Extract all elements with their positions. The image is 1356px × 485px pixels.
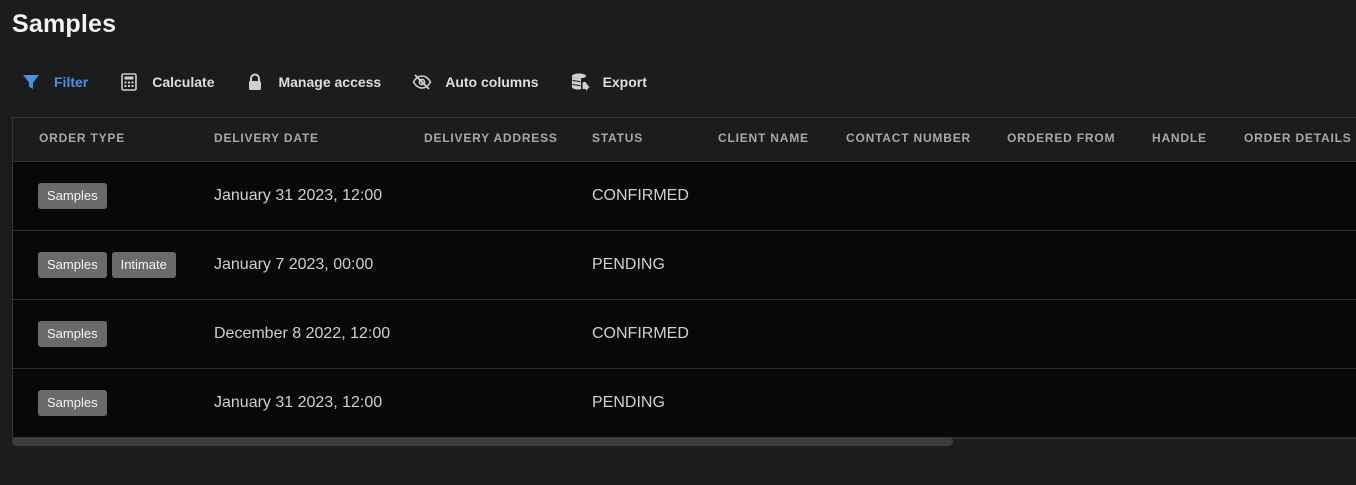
status-cell: CONFIRMED [592,187,689,204]
column-header-order-details[interactable]: ORDER DETAILS [1244,118,1352,161]
order-type-tag: Samples [38,321,107,347]
delivery-date-cell: January 31 2023, 12:00 [214,187,383,204]
page-title: Samples [12,10,117,38]
database-export-icon [569,71,591,93]
delivery-date-cell: December 8 2022, 12:00 [214,325,391,342]
table-row[interactable]: Samples January 31 2023, 12:00 CONFIRMED [13,162,1356,231]
table-row[interactable]: Samples Intimate January 7 2023, 00:00 P… [13,231,1356,300]
orders-table: ORDER TYPE DELIVERY DATE DELIVERY ADDRES… [12,117,1356,439]
manage-access-label: Manage access [278,74,382,90]
calculate-label: Calculate [152,74,215,90]
column-header-ordered-from[interactable]: ORDERED FROM [1007,118,1115,161]
status-cell: PENDING [592,394,665,411]
column-header-client-name[interactable]: CLIENT NAME [718,118,809,161]
delivery-date-cell: January 7 2023, 00:00 [214,256,374,273]
delivery-date-cell: January 31 2023, 12:00 [214,394,383,411]
column-header-order-type[interactable]: ORDER TYPE [39,118,125,161]
filter-button[interactable]: Filter [20,68,88,96]
table-header: ORDER TYPE DELIVERY DATE DELIVERY ADDRES… [13,118,1356,162]
calculator-icon [118,71,140,93]
order-type-tag: Intimate [111,252,176,278]
column-header-delivery-address[interactable]: DELIVERY ADDRESS [424,118,558,161]
table-row[interactable]: Samples December 8 2022, 12:00 CONFIRMED [13,300,1356,369]
status-cell: CONFIRMED [592,325,689,342]
order-type-cell: Samples Intimate [38,231,181,299]
manage-access-button[interactable]: Manage access [244,68,381,96]
calculate-button[interactable]: Calculate [118,68,214,96]
export-label: Export [602,74,647,90]
filter-icon [20,71,42,93]
export-button[interactable]: Export [569,68,647,96]
order-type-tag: Samples [38,183,107,209]
order-type-cell: Samples [38,300,112,368]
horizontal-scrollbar[interactable] [12,437,953,446]
table-row[interactable]: Samples January 31 2023, 12:00 PENDING [13,369,1356,438]
order-type-tag: Samples [38,252,107,278]
column-header-contact-number[interactable]: CONTACT NUMBER [846,118,971,161]
eye-off-icon [411,71,433,93]
order-type-cell: Samples [38,369,112,437]
lock-icon [244,71,266,93]
toolbar: Filter Calculate Manage access Auto colu… [20,68,677,96]
column-header-handle[interactable]: HANDLE [1152,118,1207,161]
auto-columns-button[interactable]: Auto columns [411,68,539,96]
order-type-cell: Samples [38,162,112,230]
column-header-delivery-date[interactable]: DELIVERY DATE [214,118,319,161]
order-type-tag: Samples [38,390,107,416]
auto-columns-label: Auto columns [445,74,539,90]
status-cell: PENDING [592,256,665,273]
filter-label: Filter [54,74,89,90]
column-header-status[interactable]: STATUS [592,118,643,161]
